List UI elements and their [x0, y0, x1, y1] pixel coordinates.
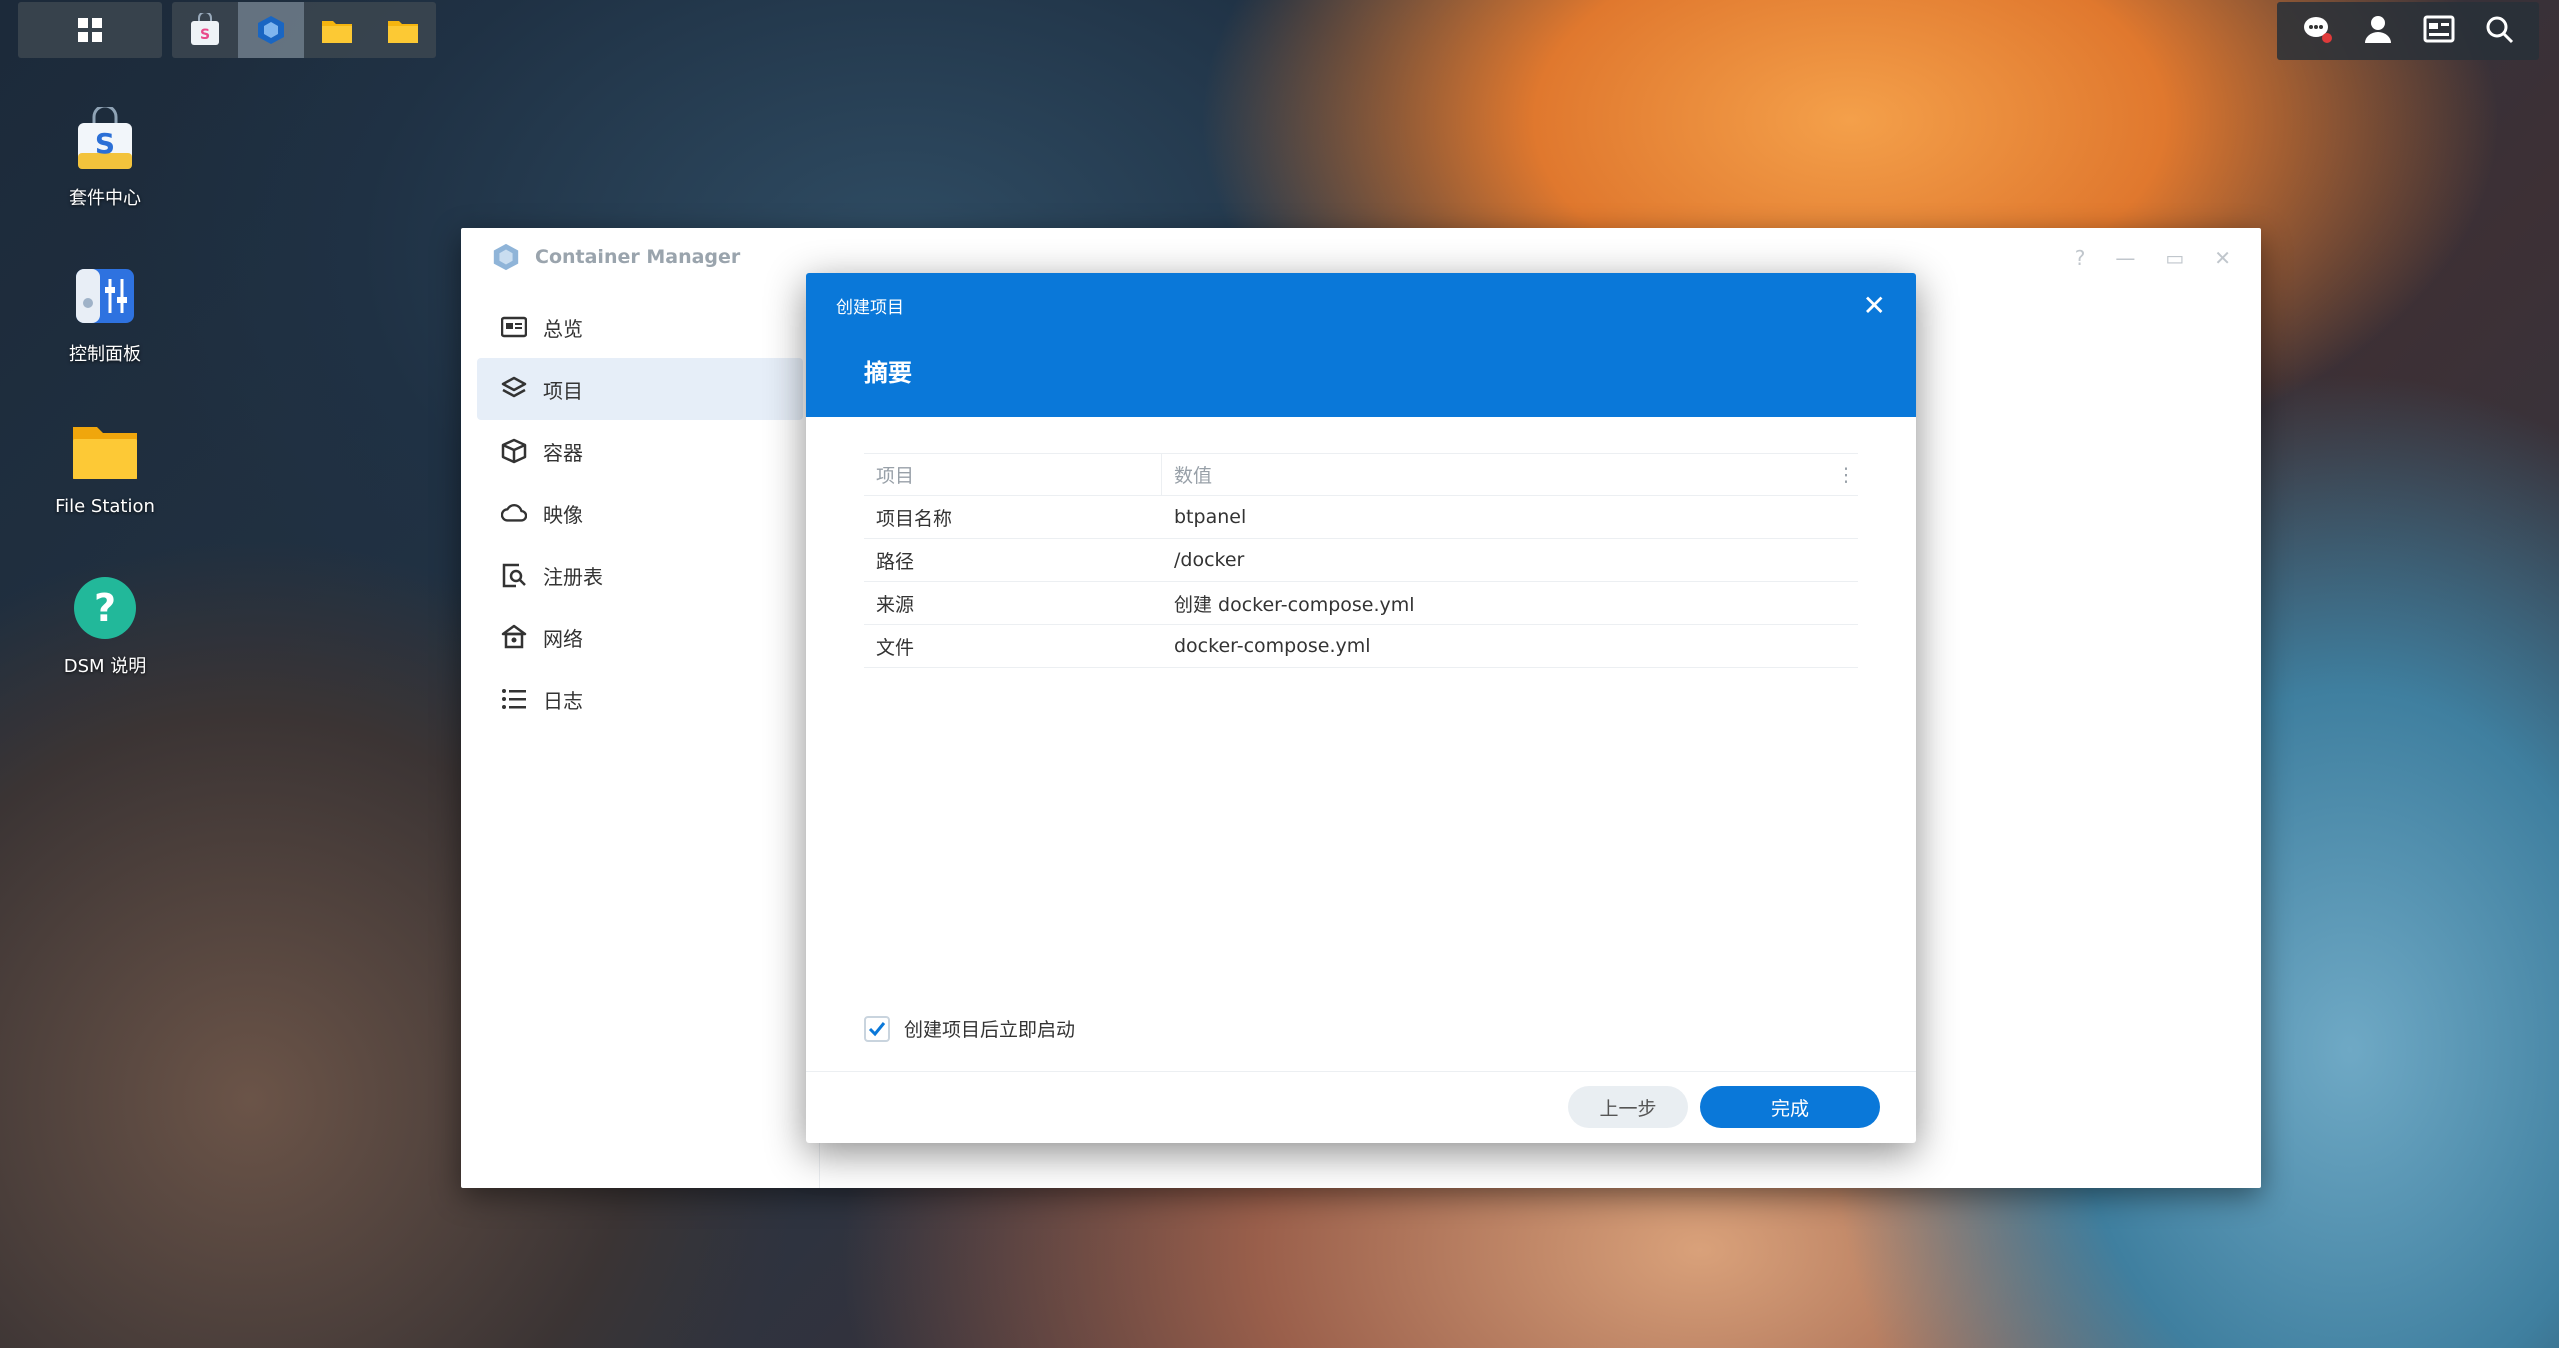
maximize-icon[interactable]: ▭ [2165, 246, 2184, 270]
taskbar-left: S [18, 2, 436, 58]
taskbar-running-apps: S [172, 2, 436, 58]
sidebar-item-network[interactable]: 网络 [477, 606, 803, 668]
taskbar-container-manager[interactable] [238, 2, 304, 58]
table-row[interactable]: 项目名称 btpanel [864, 496, 1858, 539]
sidebar: 总览 项目 容器 映像 注册表 网络 日志 [477, 296, 803, 730]
table-cell: /docker [1174, 549, 1245, 571]
taskbar-folder-2[interactable] [370, 2, 436, 58]
checkbox-label: 创建项目后立即启动 [904, 1019, 1076, 1041]
sidebar-item-container[interactable]: 容器 [477, 420, 803, 482]
table-row[interactable]: 路径 /docker [864, 539, 1858, 582]
notifications-chat-icon[interactable] [2302, 13, 2334, 49]
dialog-header: 创建项目 摘要 ✕ [806, 273, 1916, 417]
main-menu-button[interactable] [18, 2, 162, 58]
container-manager-icon [493, 243, 519, 271]
sidebar-item-log[interactable]: 日志 [477, 668, 803, 730]
window-titlebar: Container Manager [491, 242, 740, 272]
close-icon[interactable]: ✕ [2214, 246, 2231, 270]
table-row[interactable]: 文件 docker-compose.yml [864, 625, 1858, 668]
taskbar-package-center[interactable]: S [172, 2, 238, 58]
sidebar-item-label: 网络 [543, 626, 583, 651]
folder-icon [388, 21, 418, 43]
sidebar-item-label: 注册表 [543, 564, 603, 589]
project-layers-icon [501, 376, 527, 402]
sidebar-item-label: 总览 [543, 316, 583, 341]
table-header: 项目 数值 ⋮ [864, 453, 1858, 496]
finish-button[interactable]: 完成 [1700, 1086, 1880, 1128]
dialog-title: 创建项目 [836, 298, 904, 318]
log-list-icon [501, 686, 527, 712]
close-icon[interactable]: ✕ [1863, 289, 1886, 322]
sidebar-item-image[interactable]: 映像 [477, 482, 803, 544]
taskbar-folder-1[interactable] [304, 2, 370, 58]
table-row[interactable]: 来源 创建 docker-compose.yml [864, 582, 1858, 625]
desktop-icon-label: 控制面板 [69, 344, 141, 365]
table-cell: btpanel [1174, 506, 1247, 528]
desktop-icon-label: File Station [55, 496, 155, 517]
overview-icon [501, 314, 527, 340]
table-cell: 文件 [876, 636, 915, 659]
sidebar-item-label: 容器 [543, 440, 583, 465]
table-cell: 来源 [876, 593, 915, 616]
taskbar-right [2277, 2, 2539, 60]
create-project-dialog: 创建项目 摘要 ✕ 项目 数值 ⋮ 项目名称 btpanel 路径 /docke… [806, 273, 1916, 1143]
sidebar-item-label: 日志 [543, 688, 583, 713]
file-station-icon [69, 416, 141, 488]
dialog-footer: 上一步 完成 [806, 1071, 1916, 1143]
svg-text:?: ? [94, 586, 116, 630]
column-menu-icon[interactable]: ⋮ [1834, 464, 1858, 486]
window-controls: ? — ▭ ✕ [2075, 246, 2231, 270]
previous-button[interactable]: 上一步 [1568, 1086, 1688, 1128]
sidebar-item-label: 项目 [543, 378, 583, 403]
sidebar-item-registry[interactable]: 注册表 [477, 544, 803, 606]
registry-search-icon [501, 562, 527, 588]
container-manager-icon [258, 16, 284, 44]
image-cloud-icon [501, 500, 527, 526]
desktop-icon-file-station[interactable]: File Station [40, 416, 170, 517]
start-after-create-option[interactable]: 创建项目后立即启动 [864, 1015, 1075, 1042]
sidebar-item-overview[interactable]: 总览 [477, 296, 803, 358]
help-icon[interactable]: ? [2075, 246, 2086, 270]
table-cell: 路径 [876, 550, 915, 573]
minimize-icon[interactable]: — [2115, 246, 2135, 270]
summary-table: 项目 数值 ⋮ 项目名称 btpanel 路径 /docker 来源 创建 do… [864, 453, 1858, 668]
container-cube-icon [501, 438, 527, 464]
user-icon[interactable] [2363, 14, 2393, 48]
dialog-heading: 摘要 [864, 359, 912, 387]
svg-text:S: S [200, 27, 210, 43]
grid-menu-icon [78, 18, 102, 42]
control-panel-icon [69, 260, 141, 332]
network-house-icon [501, 624, 527, 650]
column-header[interactable]: 数值 [1162, 454, 1834, 495]
folder-icon [322, 21, 352, 43]
column-header[interactable]: 项目 [864, 454, 1162, 495]
widgets-icon[interactable] [2423, 14, 2455, 48]
table-cell: docker-compose.yml [1174, 635, 1371, 657]
svg-text:S: S [95, 127, 115, 160]
package-center-icon: S [191, 13, 219, 45]
package-center-icon: S [69, 104, 141, 176]
dsm-help-icon: ? [69, 572, 141, 644]
desktop-icon-label: 套件中心 [69, 188, 141, 209]
table-cell: 创建 docker-compose.yml [1174, 593, 1415, 616]
desktop-icon-package-center[interactable]: S 套件中心 [40, 104, 170, 210]
window-title: Container Manager [535, 246, 741, 268]
table-cell: 项目名称 [876, 507, 953, 530]
sidebar-item-project[interactable]: 项目 [477, 358, 803, 420]
checkmark-icon [868, 1021, 886, 1036]
start-after-create-checkbox[interactable] [864, 1015, 890, 1042]
desktop-icon-control-panel[interactable]: 控制面板 [40, 260, 170, 366]
search-icon[interactable] [2484, 14, 2514, 48]
sidebar-item-label: 映像 [543, 502, 583, 527]
desktop-icon-dsm-help[interactable]: ? DSM 说明 [40, 572, 170, 678]
desktop-icon-label: DSM 说明 [63, 656, 147, 677]
